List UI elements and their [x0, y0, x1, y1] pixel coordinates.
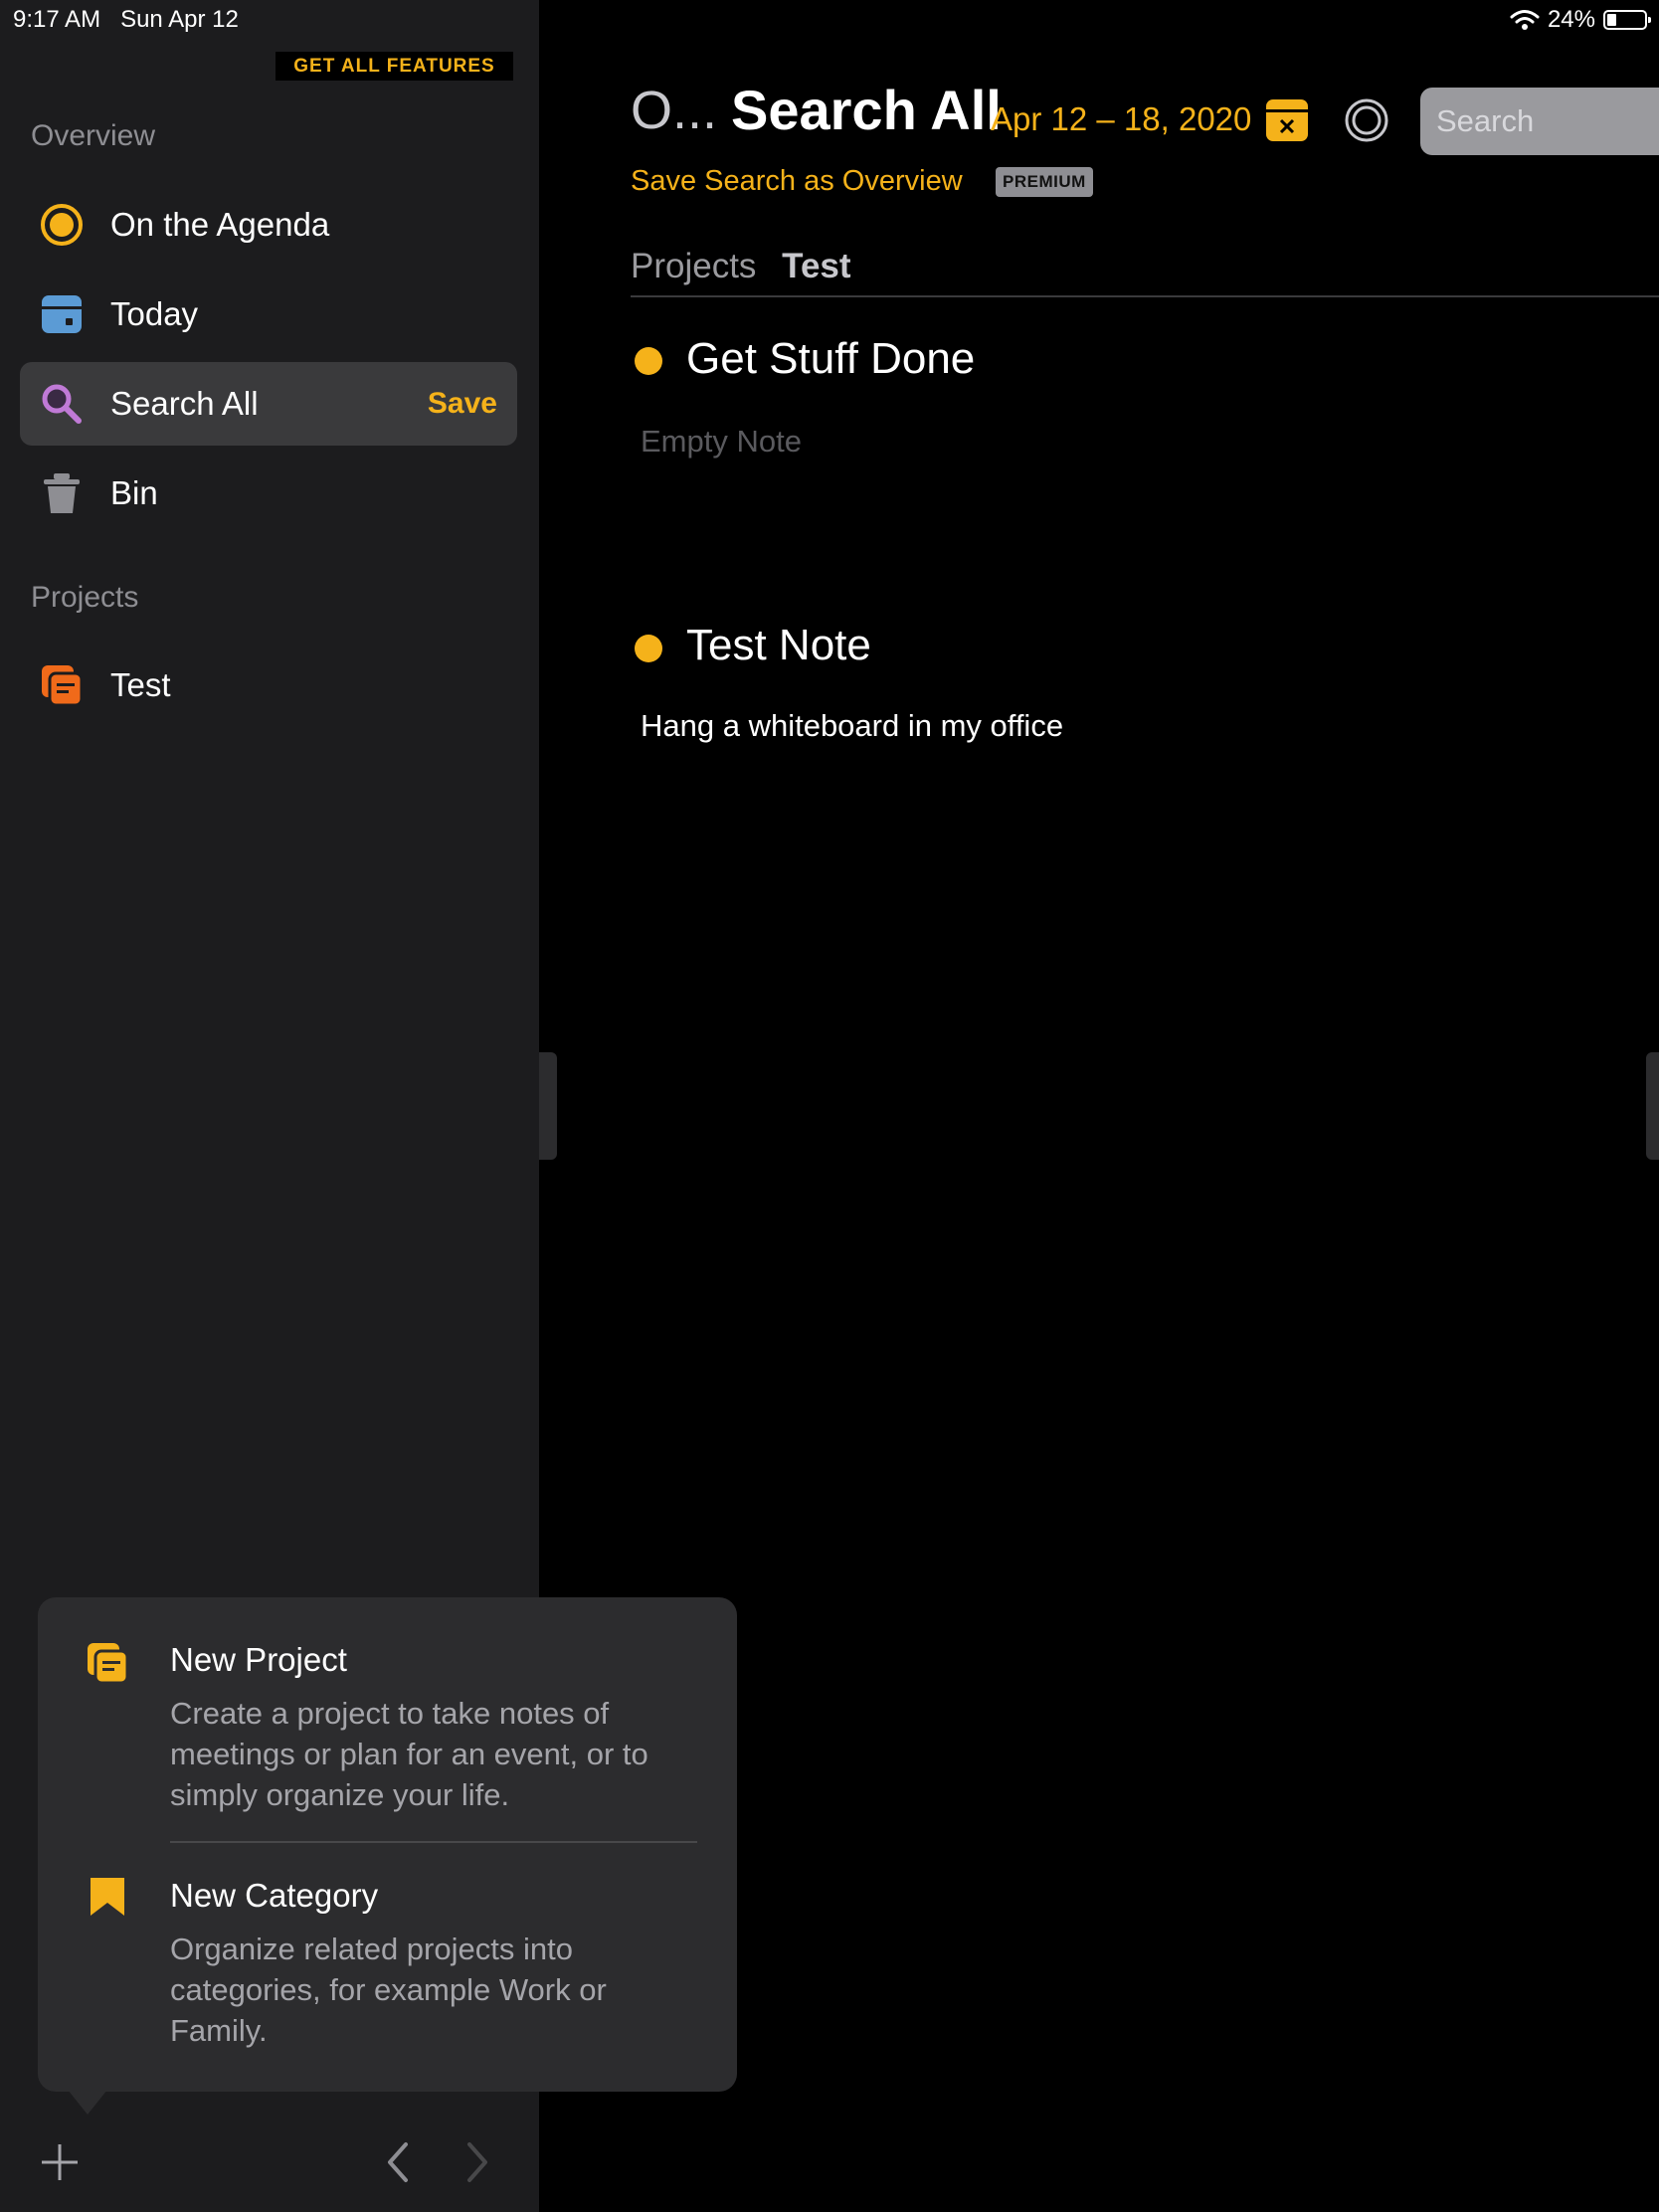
save-search-as-overview-link[interactable]: Save Search as Overview [631, 165, 963, 198]
sidebar-item-label: Search All [110, 385, 259, 422]
divider [631, 295, 1659, 297]
sidebar-item-label: Bin [110, 474, 158, 511]
agenda-icon [41, 204, 83, 246]
status-date: Sun Apr 12 [120, 6, 239, 33]
note-status-dot[interactable] [635, 635, 662, 662]
sidebar-item-label: On the Agenda [110, 206, 330, 243]
new-project-title: New Project [170, 1641, 347, 1678]
note-body-placeholder[interactable]: Empty Note [641, 424, 802, 460]
completion-filter-icon[interactable] [1343, 96, 1390, 144]
projects-header: Projects [31, 581, 139, 614]
wifi-icon [1510, 10, 1540, 30]
overview-header: Overview [31, 119, 156, 152]
tab-projects[interactable]: Projects [631, 247, 756, 285]
clear-date-calendar-icon[interactable] [1263, 96, 1311, 144]
note-title[interactable]: Get Stuff Done [686, 334, 975, 384]
battery-icon [1603, 10, 1651, 30]
plus-icon[interactable] [38, 2140, 82, 2184]
new-project-description: Create a project to take notes of meetin… [170, 1696, 648, 1812]
sidebar-item-search-all[interactable]: Search All Save [20, 362, 517, 446]
date-range[interactable]: Apr 12 – 18, 2020 [991, 100, 1251, 138]
search-icon [42, 384, 82, 424]
new-category-title: New Category [170, 1877, 379, 1914]
battery-percent: 24% [1547, 6, 1595, 33]
sidebar-item-today[interactable]: Today [20, 273, 517, 356]
search-input[interactable] [1420, 88, 1659, 155]
tab-test[interactable]: Test [782, 247, 850, 285]
sidebar-item-label: Today [110, 295, 199, 332]
popover-arrow [64, 2085, 111, 2115]
status-bar-right: 24% [1510, 6, 1651, 34]
chevron-right-icon[interactable] [461, 2140, 493, 2184]
new-category-description: Organize related projects into categorie… [170, 1932, 607, 2048]
sidebar-item-on-the-agenda[interactable]: On the Agenda [20, 183, 517, 267]
page-title: Search All [731, 79, 1002, 141]
sidebar-item-label: Test [110, 666, 171, 703]
save-search-button[interactable]: Save [428, 362, 497, 446]
project-icon [88, 1643, 129, 1685]
bookmark-icon [91, 1878, 124, 1916]
app-root: 9:17 AM Sun Apr 12 GET ALL FEATURES Overv… [0, 0, 1659, 2212]
premium-badge: PREMIUM [996, 167, 1093, 197]
trash-icon [44, 473, 80, 513]
new-project-option[interactable]: New Project Create a project to take not… [38, 1597, 737, 1841]
breadcrumb[interactable]: O... [631, 80, 717, 141]
sidebar-item-bin[interactable]: Bin [20, 452, 517, 535]
project-icon [42, 665, 84, 707]
sidebar-resize-handle[interactable] [539, 1052, 557, 1160]
get-all-features-button[interactable]: GET ALL FEATURES [276, 52, 513, 81]
status-time: 9:17 AM [13, 6, 101, 33]
note-body[interactable]: Hang a whiteboard in my office [641, 708, 1063, 744]
breadcrumb-tabs: Projects Test [631, 247, 851, 286]
today-calendar-icon [42, 295, 82, 333]
new-item-popover: New Project Create a project to take not… [38, 1597, 737, 2092]
note-title[interactable]: Test Note [686, 621, 871, 670]
chevron-left-icon[interactable] [382, 2140, 414, 2184]
sidebar-item-project-test[interactable]: Test [20, 644, 517, 727]
new-category-option[interactable]: New Category Organize related projects i… [38, 1843, 737, 2092]
status-bar-left: 9:17 AM Sun Apr 12 [13, 6, 239, 34]
main-resize-handle[interactable] [1646, 1052, 1659, 1160]
note-status-dot[interactable] [635, 347, 662, 375]
